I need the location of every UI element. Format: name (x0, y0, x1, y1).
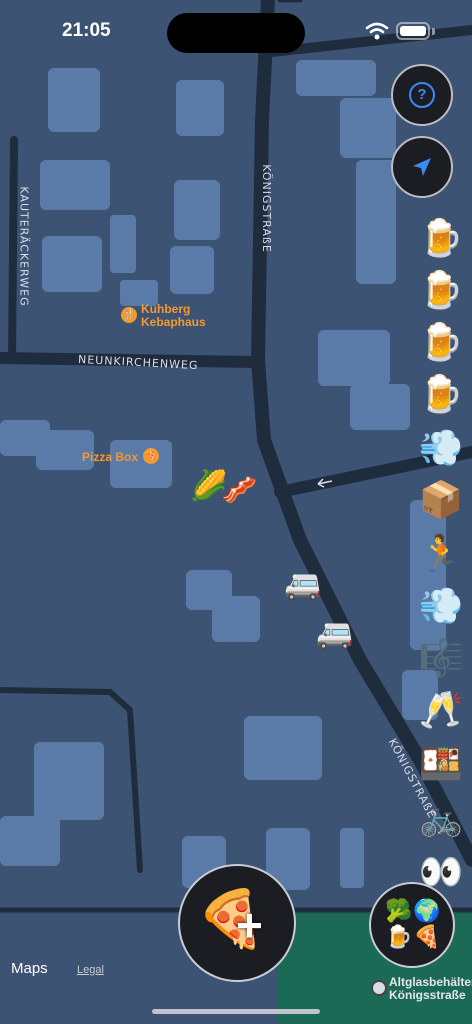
beer-marker[interactable]: 🍺 (418, 322, 464, 362)
place-label-altglasbehaelter[interactable]: Altglasbehälter Königsstraße (389, 976, 472, 1002)
runner-marker[interactable]: 🏃 (418, 534, 464, 574)
champagne-marker[interactable]: 🥂 (418, 690, 464, 730)
add-emoji-button[interactable]: 🍕 + (178, 864, 296, 982)
music-marker[interactable]: 🎼 (418, 638, 464, 678)
dynamic-island (167, 13, 305, 53)
emoji-cluster-button[interactable]: 🥦 🌍 🍺 🍕 (369, 882, 455, 968)
plus-icon: + (236, 899, 263, 951)
help-button[interactable]: ? (391, 64, 453, 126)
battery-tip (432, 28, 435, 35)
street-label-koenigstrasse: KÖNIGSTRAßE (259, 164, 273, 253)
wifi-icon (365, 22, 389, 40)
pizza-icon[interactable]: 🍕 (143, 448, 159, 464)
bus-marker-2[interactable]: 🚐 (316, 617, 353, 651)
dash-marker[interactable]: 💨 (418, 428, 464, 468)
beer-marker[interactable]: 🍺 (418, 374, 464, 414)
package-marker[interactable]: 📦 (418, 480, 464, 520)
beer-marker[interactable]: 🍺 (418, 218, 464, 258)
bicycle-marker[interactable]: 🚲 (418, 798, 464, 838)
dash-marker[interactable]: 💨 (418, 586, 464, 626)
poi-kuhberg-kebaphaus[interactable]: Kuhberg Kebaphaus (141, 303, 206, 329)
street-label-kauteraeckerweg: KAUTERÄCKERWEG (17, 186, 31, 307)
broccoli-icon: 🥦 (385, 898, 413, 923)
question-icon: ? (409, 82, 435, 108)
pizza-icon: 🍕 (413, 924, 441, 949)
legal-link[interactable]: Legal (77, 964, 104, 976)
location-arrow-icon (413, 158, 431, 176)
locate-me-button[interactable] (391, 136, 453, 198)
bus-marker-1[interactable]: 🚐 (284, 568, 321, 602)
apple-maps-logo: Maps (11, 960, 48, 977)
place-pin-icon[interactable] (371, 980, 387, 996)
status-time: 21:05 (62, 20, 111, 41)
beer-marker[interactable]: 🍺 (418, 270, 464, 310)
fork-knife-icon[interactable]: 🍴 (121, 307, 137, 323)
poi-pizza-box[interactable]: Pizza Box (82, 451, 138, 464)
status-bar: 21:05 (0, 0, 472, 62)
beer-icon: 🍺 (385, 924, 413, 949)
bento-marker[interactable]: 🍱 (418, 744, 464, 784)
bacon-marker[interactable]: 🥓 (220, 474, 257, 508)
globe-icon: 🌍 (413, 898, 441, 923)
home-indicator (152, 1009, 320, 1014)
battery-icon (396, 22, 430, 40)
